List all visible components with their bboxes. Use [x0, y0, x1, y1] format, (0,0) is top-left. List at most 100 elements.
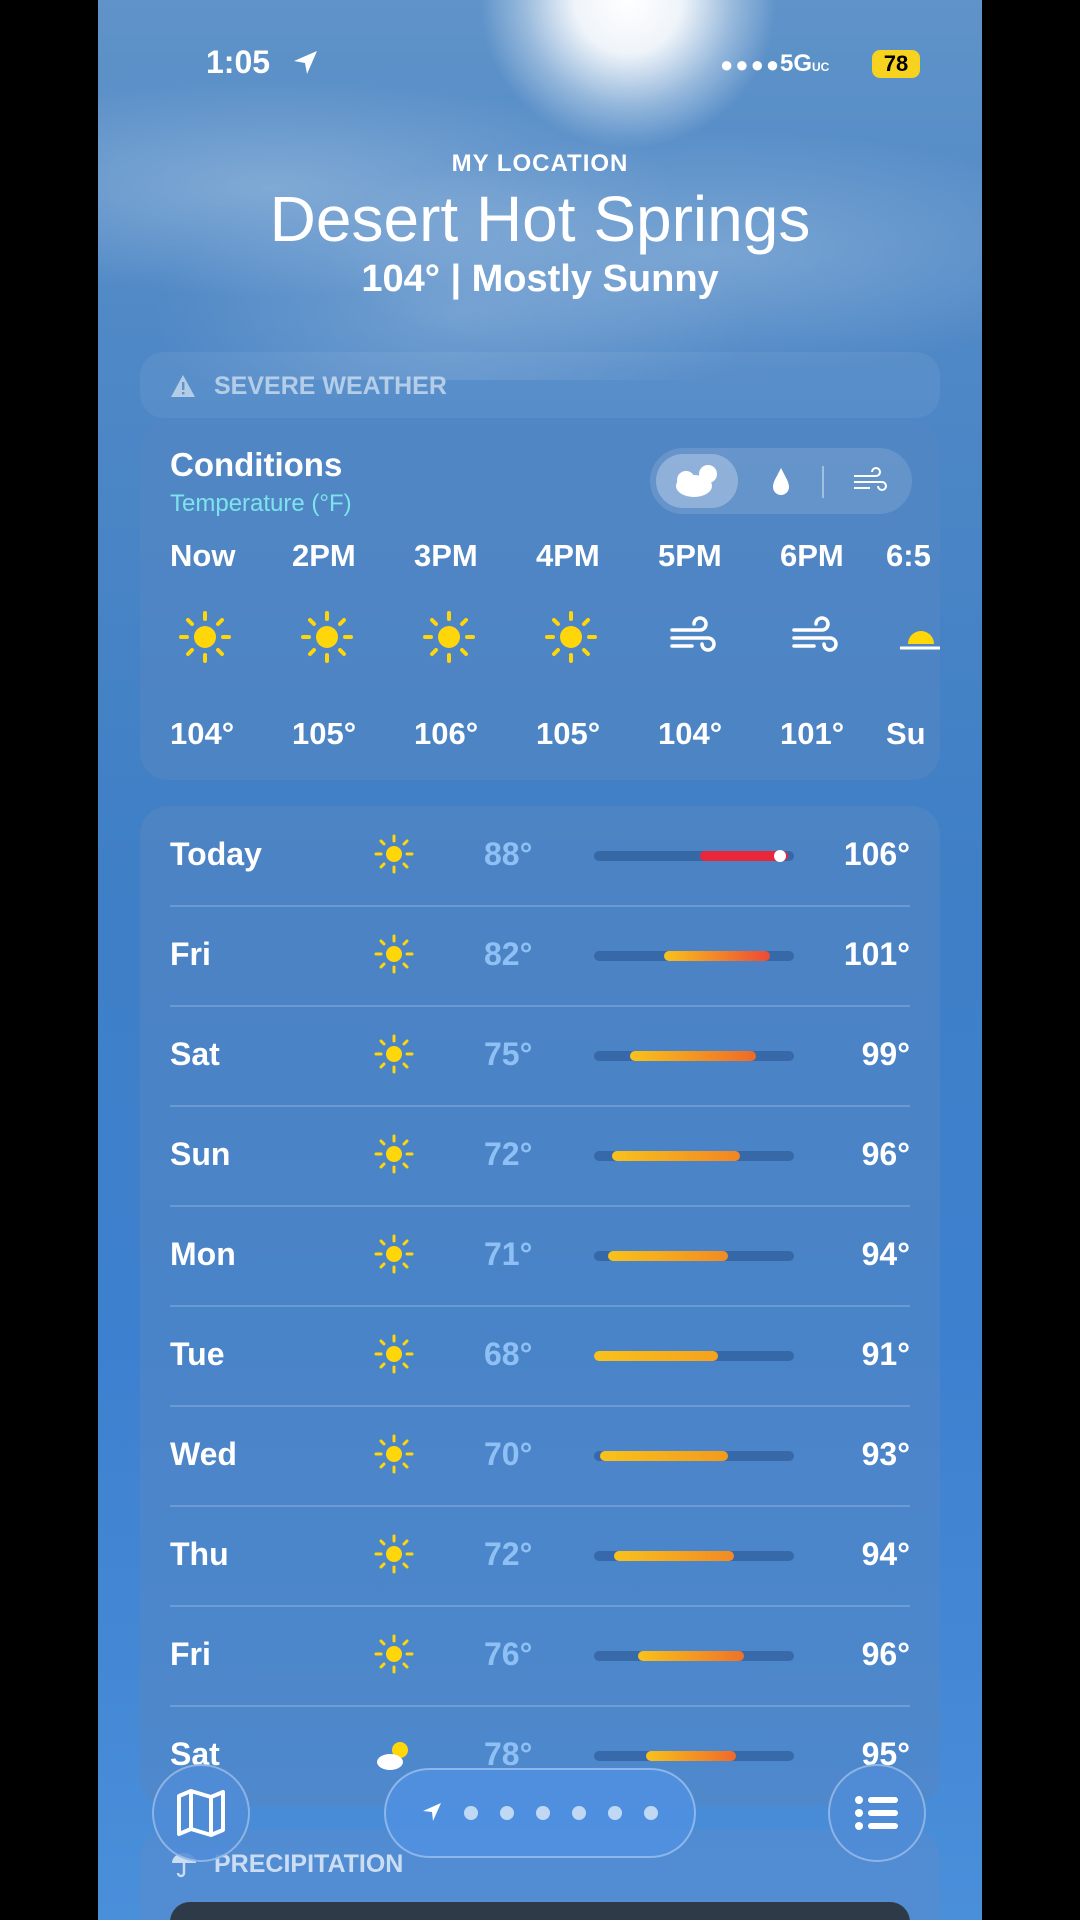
current-summary: 104° | Mostly Sunny [361, 258, 719, 300]
conditions-card[interactable]: Conditions Temperature (°F) Now 104° 2PM… [140, 420, 940, 780]
page-dot[interactable] [572, 1806, 586, 1820]
forecast-day: Thu [170, 1536, 229, 1572]
sun-icon [374, 1634, 414, 1674]
hour-temp: 105° [292, 716, 357, 751]
city-name: Desert Hot Springs [269, 183, 811, 255]
map-icon [177, 1789, 225, 1837]
sun-icon [423, 611, 475, 663]
my-location-label: MY LOCATION [451, 150, 629, 177]
hour-item: 6PM 101° [780, 538, 890, 751]
sun-icon [374, 1434, 414, 1474]
temp-range-fill [594, 1351, 718, 1361]
temp-range-bar [594, 951, 794, 961]
forecast-high: 96° [861, 1636, 910, 1672]
forecast-day: Fri [170, 936, 211, 972]
page-dot[interactable] [644, 1806, 658, 1820]
location-arrow-icon [294, 51, 317, 74]
forecast-day: Today [170, 836, 262, 872]
toggle-divider [822, 466, 824, 498]
sun-icon [374, 934, 414, 974]
status-time: 1:05 [206, 44, 271, 80]
forecast-low: 72° [484, 1136, 533, 1172]
hour-temp: 106° [414, 716, 479, 751]
temp-range-fill [630, 1051, 756, 1061]
forecast-row: Tue 68° 91° [170, 1306, 910, 1407]
temp-range-bar [594, 1351, 794, 1361]
severe-weather-card[interactable]: SEVERE WEATHER [140, 352, 940, 418]
temp-range-fill [664, 951, 770, 961]
ten-day-forecast-card[interactable]: Today 88° 106° Fri 82° 101° Sat 75° 99° Sun 72° 96°… [140, 806, 940, 1806]
precipitation-map[interactable] [170, 1902, 910, 1920]
forecast-day: Mon [170, 1236, 236, 1272]
wind-icon [670, 616, 716, 652]
list-button[interactable] [828, 1764, 926, 1862]
forecast-low: 68° [484, 1336, 533, 1372]
bottom-toolbar [98, 1764, 982, 1864]
hour-label: 3PM [414, 538, 478, 573]
temp-range-bar [594, 1251, 794, 1261]
weather-screen: 1:05 ●●●● 5GUC 78 MY LOCATION Desert Hot… [98, 0, 982, 1920]
forecast-row: Thu 72° 94° [170, 1506, 910, 1607]
hour-item: 2PM 105° [292, 538, 402, 751]
sun-icon [374, 1234, 414, 1274]
forecast-high: 93° [861, 1436, 910, 1472]
hour-label: 4PM [536, 538, 600, 573]
forecast-day: Wed [170, 1436, 237, 1472]
toggle-precip[interactable] [740, 454, 822, 508]
status-bar: 1:05 ●●●● 5GUC 78 [98, 44, 982, 84]
sun-icon [545, 611, 597, 663]
severe-weather-label: SEVERE WEATHER [214, 372, 447, 400]
forecast-row: Sat 75° 99° [170, 1006, 910, 1107]
network-label: 5GUC [780, 50, 830, 77]
forecast-high: 94° [861, 1536, 910, 1572]
temp-range-fill [646, 1751, 736, 1761]
drop-icon [773, 468, 789, 495]
battery-icon: 78 [872, 50, 920, 78]
toggle-cloud[interactable] [656, 454, 738, 508]
location-pager[interactable] [384, 1768, 696, 1858]
temp-range-bar [594, 1451, 794, 1461]
forecast-low: 72° [484, 1536, 533, 1572]
hour-label: 6:5 [886, 538, 931, 573]
sun-icon [179, 611, 231, 663]
hourly-forecast[interactable]: Now 104° 2PM 105° 3PM 106° 4PM 105° 5PM … [140, 538, 940, 778]
sun-icon [374, 1034, 414, 1074]
wind-icon [854, 467, 887, 491]
forecast-high: 94° [861, 1236, 910, 1272]
wind-icon [792, 616, 838, 652]
hour-item: 3PM 106° [414, 538, 524, 751]
forecast-low: 88° [484, 836, 533, 872]
forecast-day: Sat [170, 1036, 220, 1072]
conditions-toggle [650, 448, 912, 514]
temp-range-bar [594, 1751, 794, 1761]
hour-label: Now [170, 538, 236, 573]
temp-range-bar [594, 1051, 794, 1061]
sun-icon [374, 1334, 414, 1374]
hour-item: 4PM 105° [536, 538, 646, 751]
hour-temp: Su [886, 716, 926, 751]
forecast-day: Sun [170, 1136, 231, 1172]
temp-range-bar [594, 1151, 794, 1161]
current-temp-dot [774, 850, 786, 862]
forecast-day: Tue [170, 1336, 225, 1372]
map-button[interactable] [152, 1764, 250, 1862]
warning-icon [171, 375, 195, 397]
hour-label: 6PM [780, 538, 844, 573]
forecast-low: 71° [484, 1236, 533, 1272]
page-dot[interactable] [608, 1806, 622, 1820]
forecast-row: Mon 71° 94° [170, 1206, 910, 1307]
temp-range-bar [594, 1651, 794, 1661]
hour-temp: 104° [170, 716, 235, 751]
hour-item: 5PM 104° [658, 538, 768, 751]
forecast-high: 106° [843, 836, 910, 872]
toggle-wind[interactable] [826, 454, 908, 508]
page-dot[interactable] [464, 1806, 478, 1820]
location-header: MY LOCATION Desert Hot Springs 104° | Mo… [98, 150, 982, 301]
forecast-day: Fri [170, 1636, 211, 1672]
page-dot[interactable] [536, 1806, 550, 1820]
forecast-row: Sun 72° 96° [170, 1106, 910, 1207]
hour-item: Now 104° [170, 538, 280, 751]
page-dot[interactable] [500, 1806, 514, 1820]
sunset-icon [900, 631, 940, 650]
hour-temp: 101° [780, 716, 845, 751]
